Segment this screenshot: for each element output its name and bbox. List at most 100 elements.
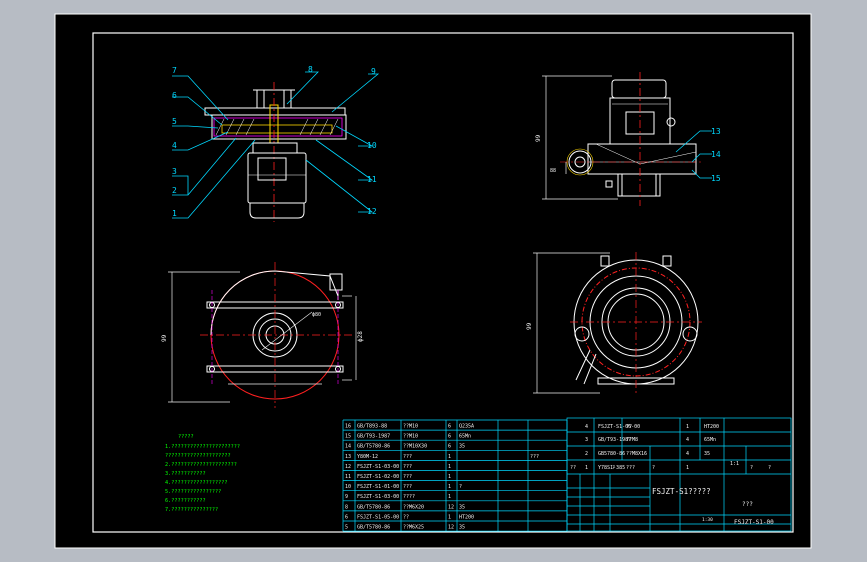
bom-cell-name: ?? [403,514,409,520]
tb-header-0: ?? [570,465,576,471]
tb-row-1-qty: 1 [686,465,689,471]
bom-cell-no: 9 [345,494,348,500]
bom-cell-qty: 1 [448,454,451,460]
bom-cell-no: 11 [345,474,351,480]
bom-cell-mat: HT200 [459,514,474,520]
balloon-11: 11 [367,175,377,184]
bom-cell-name: ??? [403,474,412,480]
bom-cell-name: ??M10 [403,424,418,430]
tb-header-4: ? [768,465,771,471]
bom-cell-note: ??? [530,454,539,460]
tb-header-3: ? [750,465,753,471]
tb-scale: 1:1 [730,461,739,467]
bom-cell-no: 10 [345,484,351,490]
bom-cell-qty: 1 [448,464,451,470]
bom-cell-name: ???? [403,494,415,500]
balloon-6: 6 [172,91,177,100]
bom-cell-qty: 1 [448,514,451,520]
bom-cell-no: 13 [345,454,351,460]
bom-cell-no: 15 [345,434,351,440]
balloon-2: 2 [172,186,177,195]
bom-cell-qty: 12 [448,525,454,531]
notes-title: ????? [178,434,194,440]
bom-cell-name: ??? [403,464,412,470]
tb-row-4-name: ?? [626,424,632,430]
note-line-3: 2.????????????????????? [165,462,237,468]
bom-cell-code: FSJZT-S1-03-00 [357,494,399,500]
bom-cell-mat: Q235A [459,424,474,430]
bom-cell-name: ??M10 [403,434,418,440]
bom-cell-name: ??M6X25 [403,525,424,531]
balloon-14: 14 [711,150,721,159]
bom-cell-code: GB/T5780-86 [357,525,390,531]
top-diameter-dim: ϕ80 [312,312,321,318]
tb-row-2-name: ??M8X16 [626,451,647,457]
bom-cell-code: FSJZT-S1-01-00 [357,484,399,490]
bottom-height-dim: 99 [526,322,533,330]
balloon-3: 3 [172,167,177,176]
balloon-13: 13 [711,127,721,136]
bom-cell-mat: 35 [459,525,465,531]
balloon-4: 4 [172,141,177,150]
tb-header-2: ? [652,465,655,471]
bom-cell-qty: 12 [448,504,454,510]
tb-header-1: ? [612,465,615,471]
bom-cell-qty: 1 [448,484,451,490]
bom-cell-no: 5 [345,525,348,531]
tb-row-4-code: FSJZT-S1-06-00 [598,424,640,430]
note-line-4: 3.??????????? [165,471,206,477]
bom-cell-no: 16 [345,424,351,430]
bom-cell-no: 6 [345,514,348,520]
tb-row-3-mat: 65Mn [704,437,716,443]
part-name: ??? [742,501,753,508]
bom-cell-mat: 65Mn [459,434,471,440]
bom-cell-name: ??M10X30 [403,444,427,450]
bom-cell-no: 8 [345,504,348,510]
bom-cell-code: GB/T893-88 [357,424,387,430]
bom-cell-no: 12 [345,464,351,470]
note-line-7: 6.??????????? [165,498,206,504]
bom-cell-qty: 1 [448,494,451,500]
tb-row-2-no: 2 [585,451,588,457]
bom-cell-code: GB/T5780-86 [357,444,390,450]
front-inlet-dim: 88 [550,168,556,174]
top-height-dim: 99 [161,334,168,342]
front-view-balloons: 13 14 15 [711,127,721,183]
balloon-1: 1 [172,209,177,218]
drawing-number: FSJZT-S1-00 [734,519,774,526]
bom-cell-mat: 35 [459,504,465,510]
tb-row-1-name: ??? [626,465,635,471]
top-width-dim: ϕ28 [357,331,364,342]
bom-cell-code: Y80M-12 [357,454,378,460]
bom-cell-no: 14 [345,444,351,450]
tb-row-4-qty: 1 [686,424,689,430]
bom-cell-mat: 35 [459,444,465,450]
balloon-15: 15 [711,174,721,183]
bom-cell-code: FSJZT-S1-03-00 [357,464,399,470]
bom-cell-code: GB/T5780-86 [357,504,390,510]
balloon-5: 5 [172,117,177,126]
tb-row-2-mat: 35 [704,451,710,457]
balloon-12: 12 [367,207,377,216]
drawing-canvas: 7 6 5 4 3 2 1 8 9 10 11 12 99 88 13 14 1… [54,13,812,549]
balloon-8: 8 [308,65,313,74]
tb-row-3-no: 3 [585,437,588,443]
bom-cell-qty: 6 [448,424,451,430]
note-line-2: ????????????????????? [165,453,231,459]
note-line-6: 5.???????????????? [165,489,221,495]
tb-row-4-mat: HT200 [704,424,719,430]
balloon-9: 9 [371,67,376,76]
bom-cell-name: ??? [403,454,412,460]
balloon-10: 10 [367,141,377,150]
bom-cell-name: ??? [403,484,412,490]
sheet-scale: 1:30 [702,517,713,523]
bom-cell-name: ??M6X20 [403,504,424,510]
tb-row-4-no: 4 [585,424,588,430]
bom-cell-code: FSJZT-S1-05-00 [357,514,399,520]
bom-cell-mat: ? [459,484,462,490]
note-line-1: 1.?????????????????????? [165,444,240,450]
note-line-8: 7.??????????????? [165,507,218,513]
bom-cell-qty: 6 [448,434,451,440]
drawing-name: FSJZT-S1????? [652,487,711,496]
tb-row-2-qty: 4 [686,451,689,457]
